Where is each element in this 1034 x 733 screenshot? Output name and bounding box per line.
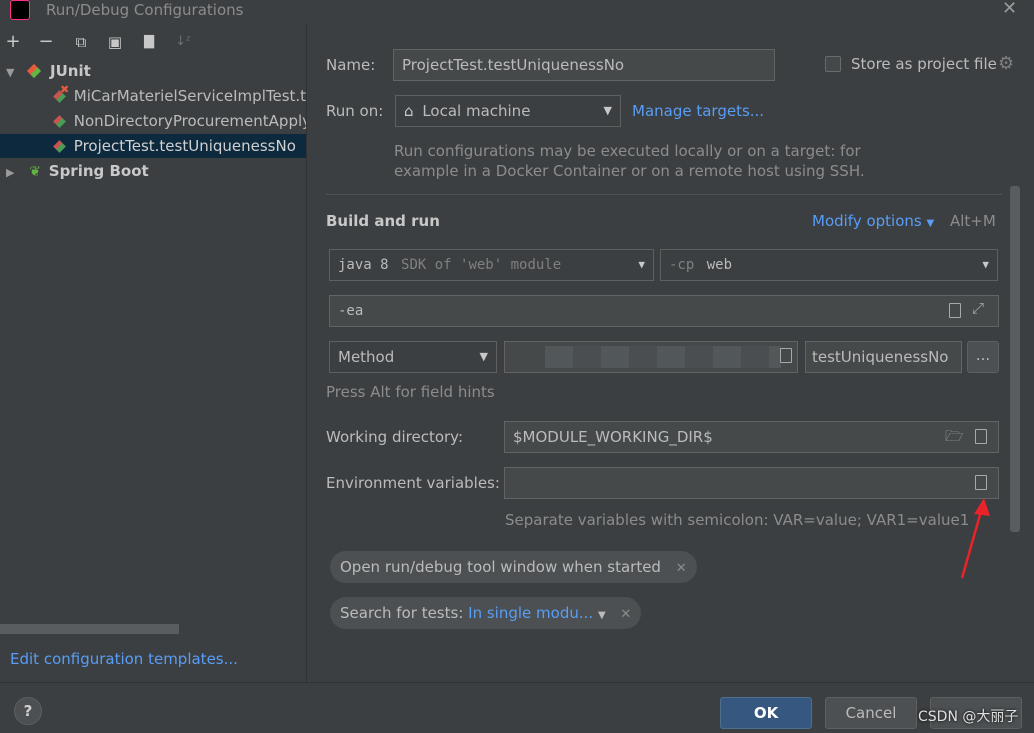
document-icon[interactable] xyxy=(975,475,987,490)
horizontal-scrollbar[interactable] xyxy=(0,624,179,634)
modify-options-shortcut: Alt+M xyxy=(950,212,996,230)
cancel-button[interactable]: Cancel xyxy=(825,697,917,729)
chip-label: Search for tests: xyxy=(340,604,464,622)
run-on-hint-line-2: example in a Docker Container or on a re… xyxy=(394,162,865,180)
document-icon[interactable] xyxy=(949,303,961,318)
chevron-down-icon: ▼ xyxy=(638,258,645,271)
intellij-app-icon xyxy=(10,0,30,20)
search-scope-value[interactable]: In single modu... xyxy=(468,604,593,622)
test-kind-select[interactable]: Method ▼ xyxy=(329,341,497,373)
remove-configuration-button[interactable]: − xyxy=(35,32,57,54)
cancel-label: Cancel xyxy=(845,704,897,722)
chevron-down-icon[interactable]: ▼ xyxy=(598,610,606,621)
annotation-arrow-head xyxy=(974,498,990,516)
modify-options-label: Modify options xyxy=(812,212,922,230)
annotation-arrow xyxy=(960,498,990,579)
chip-label: Open run/debug tool window when started xyxy=(340,558,661,576)
tree-item-label: MiCarMaterielServiceImplTest.te xyxy=(73,87,306,105)
modify-options-link[interactable]: Modify options ▼ xyxy=(812,212,934,230)
tree-item-micarmateriel[interactable]: ✖ MiCarMaterielServiceImplTest.te xyxy=(0,84,306,108)
store-as-project-file-label: Store as project file xyxy=(851,55,997,73)
browse-method-button[interactable]: ... xyxy=(967,341,999,373)
name-label: Name: xyxy=(326,56,376,74)
open-tool-window-chip[interactable]: Open run/debug tool window when started … xyxy=(330,551,697,583)
manage-targets-link[interactable]: Manage targets... xyxy=(632,102,764,120)
new-folder-button[interactable]: ▇ xyxy=(138,32,160,54)
tree-item-nondirectory[interactable]: NonDirectoryProcurementApply xyxy=(0,109,306,133)
environment-variables-label: Environment variables: xyxy=(326,474,500,492)
ok-button[interactable]: OK xyxy=(720,697,812,729)
section-divider xyxy=(326,194,1002,195)
tree-node-spring-boot[interactable]: ▶ ❦ Spring Boot xyxy=(0,159,306,183)
chevron-down-icon[interactable]: ▼ xyxy=(6,66,14,79)
test-class-icon xyxy=(53,115,66,128)
gear-icon[interactable]: ⚙ xyxy=(998,53,1014,74)
spring-boot-icon: ❦ xyxy=(29,164,41,180)
run-on-select[interactable]: ⌂ Local machine ▼ xyxy=(395,95,621,127)
csdn-watermark: CSDN @大丽子 xyxy=(918,709,1019,725)
classpath-flag: -cp xyxy=(669,257,695,273)
error-mark-icon: ✖ xyxy=(60,84,70,96)
sort-configurations-button[interactable]: ↓ᶻ xyxy=(172,32,194,54)
tree-node-label: JUnit xyxy=(50,62,91,80)
classpath-module-select[interactable]: -cp web ▼ xyxy=(660,249,998,281)
tree-node-label: Spring Boot xyxy=(48,162,149,180)
chevron-right-icon[interactable]: ▶ xyxy=(6,166,14,179)
test-method-icon xyxy=(53,140,66,153)
pane-splitter[interactable] xyxy=(306,24,307,682)
jre-select[interactable]: java 8 SDK of 'web' module ▼ xyxy=(329,249,654,281)
working-directory-label: Working directory: xyxy=(326,428,464,446)
run-on-value: Local machine xyxy=(422,102,531,120)
document-icon[interactable] xyxy=(780,348,792,363)
chevron-down-icon: ▼ xyxy=(926,218,935,229)
add-configuration-button[interactable]: + xyxy=(2,32,24,54)
store-as-project-file-checkbox[interactable] xyxy=(825,56,841,72)
help-button[interactable]: ? xyxy=(14,697,42,725)
working-directory-field[interactable]: $MODULE_WORKING_DIR$ xyxy=(504,421,999,453)
close-icon[interactable]: ✕ xyxy=(620,607,631,622)
copy-configuration-button[interactable]: ⧉ xyxy=(70,32,92,54)
tree-item-label: NonDirectoryProcurementApply xyxy=(73,112,306,130)
run-on-hint-line-1: Run configurations may be executed local… xyxy=(394,142,861,160)
edit-configuration-templates-link[interactable]: Edit configuration templates... xyxy=(10,650,238,668)
jre-version: java 8 xyxy=(338,257,389,273)
save-configuration-button[interactable]: ▣ xyxy=(104,32,126,54)
document-icon[interactable] xyxy=(975,429,987,444)
vm-options-field[interactable]: -ea xyxy=(329,295,999,327)
vertical-scrollbar[interactable] xyxy=(1010,186,1020,532)
chevron-down-icon: ▼ xyxy=(603,104,612,117)
jre-description: SDK of 'web' module xyxy=(401,257,562,273)
tree-item-projecttest[interactable]: ProjectTest.testUniquenessNo xyxy=(0,134,306,158)
junit-icon xyxy=(27,63,42,79)
name-field[interactable]: ProjectTest.testUniquenessNo xyxy=(393,49,775,81)
test-kind-value: Method xyxy=(338,348,395,366)
tree-node-junit[interactable]: ▼ JUnit xyxy=(0,59,306,83)
window-title: Run/Debug Configurations xyxy=(46,1,244,19)
chevron-down-icon: ▼ xyxy=(982,258,989,271)
run-on-label: Run on: xyxy=(326,102,384,120)
annotation-arrow-shaft xyxy=(960,507,984,579)
home-icon: ⌂ xyxy=(404,102,414,120)
field-hints-text: Press Alt for field hints xyxy=(326,383,495,401)
close-icon[interactable]: ✕ xyxy=(1002,0,1017,19)
close-icon[interactable]: ✕ xyxy=(676,561,687,576)
tree-item-label: ProjectTest.testUniquenessNo xyxy=(73,137,296,155)
blurred-class-name xyxy=(545,346,781,368)
search-for-tests-chip[interactable]: Search for tests: In single modu... ▼ ✕ xyxy=(330,597,642,629)
environment-variables-hint: Separate variables with semicolon: VAR=v… xyxy=(505,511,970,529)
build-and-run-heading: Build and run xyxy=(326,212,440,230)
environment-variables-field[interactable] xyxy=(504,467,999,499)
class-field[interactable] xyxy=(504,341,798,373)
method-field[interactable]: testUniquenessNo xyxy=(805,341,962,373)
classpath-module: web xyxy=(706,257,733,273)
folder-icon[interactable]: 🗁 xyxy=(945,426,964,451)
chevron-down-icon: ▼ xyxy=(479,350,488,363)
expand-icon[interactable]: ⤢ xyxy=(972,299,984,317)
